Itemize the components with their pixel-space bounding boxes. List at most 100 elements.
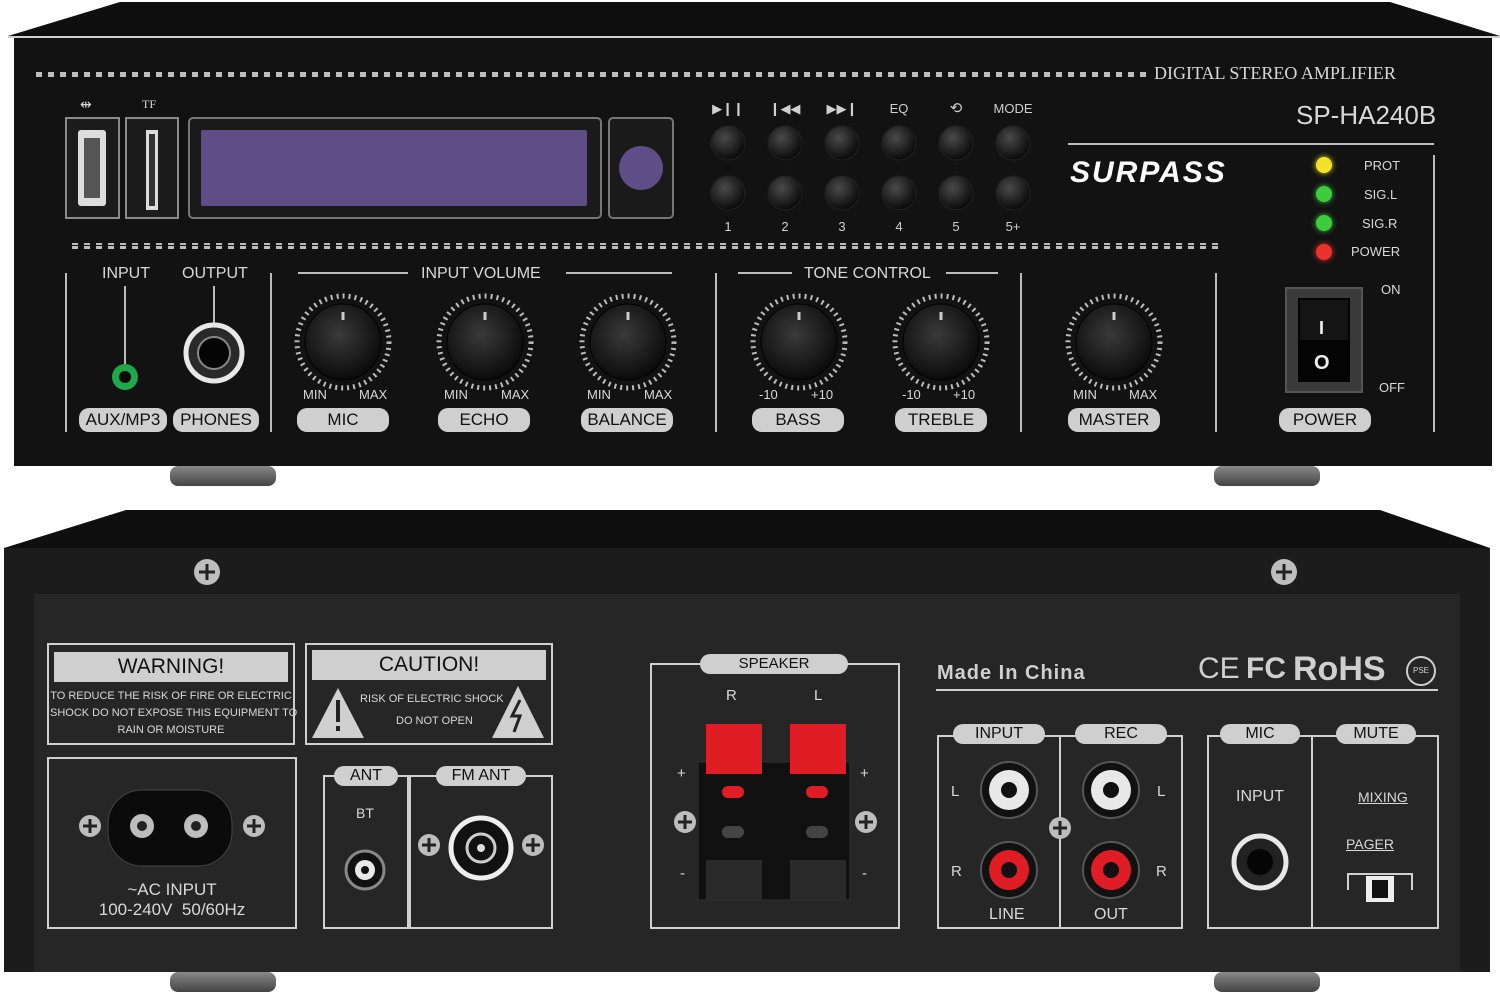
preset-button-1[interactable] bbox=[711, 176, 745, 210]
preset-label-3: 3 bbox=[838, 219, 846, 234]
speaker-terminal-l[interactable] bbox=[790, 724, 846, 900]
balance-knob[interactable] bbox=[590, 304, 666, 380]
fm-ant-label: FM ANT bbox=[436, 766, 526, 786]
mic-knob-label: MIC bbox=[297, 408, 389, 432]
eq-button[interactable] bbox=[882, 126, 916, 160]
previous-track-icon: ❙◀◀ bbox=[769, 101, 801, 116]
tf-label: TF bbox=[142, 97, 157, 111]
preset-label-1: 1 bbox=[724, 219, 732, 234]
mic-section-label: MIC bbox=[1220, 724, 1300, 744]
balance-max-label: MAX bbox=[644, 387, 673, 402]
product-image: DIGITAL STEREO AMPLIFIER SP-HA240B SURPA… bbox=[0, 0, 1500, 994]
preset-label-4: 4 bbox=[895, 219, 903, 234]
preset-button-5[interactable] bbox=[939, 176, 973, 210]
mic-min-label: MIN bbox=[303, 387, 327, 402]
fm-antenna-connector[interactable] bbox=[451, 818, 511, 878]
bass-knob-label: BASS bbox=[752, 408, 844, 432]
aux-mp3-label: AUX/MP3 bbox=[79, 408, 167, 432]
power-label: POWER bbox=[1279, 408, 1371, 432]
master-max-label: MAX bbox=[1129, 387, 1158, 402]
phones-label: PHONES bbox=[173, 408, 259, 432]
power-switch[interactable] bbox=[1286, 288, 1362, 392]
caution-line-1: RISK OF ELECTRIC SHOCK bbox=[360, 693, 504, 705]
warning-line-2: SHOCK DO NOT EXPOSE THIS EQUIPMENT TO bbox=[50, 707, 298, 719]
product-type-label: DIGITAL STEREO AMPLIFIER bbox=[1154, 63, 1396, 83]
speaker-plus-right: + bbox=[860, 765, 869, 782]
speaker-r-label: R bbox=[726, 687, 737, 704]
treble-knob[interactable] bbox=[903, 304, 979, 380]
echo-knob[interactable] bbox=[447, 304, 523, 380]
input-section-label: INPUT bbox=[953, 724, 1045, 744]
out-label: OUT bbox=[1094, 906, 1128, 923]
mic-input-jack[interactable] bbox=[1232, 834, 1288, 890]
ce-mark: CE bbox=[1198, 652, 1240, 685]
preset-button-3[interactable] bbox=[825, 176, 859, 210]
phones-jack[interactable] bbox=[186, 325, 242, 381]
rec-l-label: L bbox=[1157, 783, 1166, 800]
treble-min-label: -10 bbox=[902, 387, 921, 402]
caution-title: CAUTION! bbox=[378, 653, 480, 676]
treble-knob-label: TREBLE bbox=[895, 408, 987, 432]
echo-knob-label: ECHO bbox=[438, 408, 530, 432]
treble-max-label: +10 bbox=[953, 387, 976, 402]
pse-mark: PSE bbox=[1406, 656, 1436, 686]
bass-min-label: -10 bbox=[759, 387, 778, 402]
mic-input-label: INPUT bbox=[1236, 788, 1284, 805]
preset-button-4[interactable] bbox=[882, 176, 916, 210]
output-label: OUTPUT bbox=[182, 265, 248, 282]
bt-antenna-connector[interactable] bbox=[346, 851, 384, 889]
master-knob[interactable] bbox=[1076, 304, 1152, 380]
preset-button-2[interactable] bbox=[768, 176, 802, 210]
rec-out-l-jack[interactable] bbox=[1083, 762, 1139, 818]
indicator-power-led bbox=[1316, 244, 1332, 260]
indicator-prot-led bbox=[1316, 157, 1332, 173]
input-r-label: R bbox=[951, 863, 962, 880]
warning-title: WARNING! bbox=[117, 655, 225, 678]
mute-mode-switch[interactable] bbox=[1366, 876, 1394, 902]
repeat-button[interactable] bbox=[939, 126, 973, 160]
mixing-label: MIXING bbox=[1358, 789, 1408, 805]
input-l-label: L bbox=[951, 783, 960, 800]
ac-input-label: ~AC INPUT bbox=[127, 880, 217, 899]
bass-knob[interactable] bbox=[761, 304, 837, 380]
balance-min-label: MIN bbox=[587, 387, 611, 402]
repeat-icon: ⟲ bbox=[949, 100, 963, 117]
master-knob-label: MASTER bbox=[1068, 408, 1160, 432]
next-button[interactable] bbox=[825, 126, 859, 160]
line-input-r-jack[interactable] bbox=[981, 842, 1037, 898]
indicator-label-prot: PROT bbox=[1364, 158, 1401, 173]
rec-out-r-jack[interactable] bbox=[1083, 842, 1139, 898]
warning-line-1: TO REDUCE THE RISK OF FIRE OR ELECTRIC bbox=[50, 690, 292, 702]
preset-button-5plus[interactable] bbox=[996, 176, 1030, 210]
speaker-terminal-r[interactable] bbox=[706, 724, 762, 900]
mic-volume-knob[interactable] bbox=[305, 304, 381, 380]
line-input-l-jack[interactable] bbox=[981, 762, 1037, 818]
preset-label-5plus: 5+ bbox=[1005, 219, 1021, 234]
indicator-sigr-led bbox=[1316, 215, 1332, 231]
warning-line-3: RAIN OR MOISTURE bbox=[117, 724, 225, 736]
mic-max-label: MAX bbox=[359, 387, 388, 402]
eq-label: EQ bbox=[889, 101, 909, 116]
warning-exclamation-icon bbox=[312, 688, 364, 738]
bt-label: BT bbox=[356, 805, 374, 821]
previous-button[interactable] bbox=[768, 126, 802, 160]
ac-input-socket[interactable] bbox=[108, 790, 232, 866]
fc-mark: FC bbox=[1246, 652, 1286, 685]
mode-button[interactable] bbox=[996, 126, 1030, 160]
line-label: LINE bbox=[989, 906, 1025, 923]
speaker-l-label: L bbox=[814, 687, 823, 704]
rec-r-label: R bbox=[1156, 863, 1167, 880]
indicator-label-power: POWER bbox=[1351, 244, 1401, 259]
indicator-label-sigr: SIG.R bbox=[1362, 216, 1398, 231]
switch-o-mark: O bbox=[1314, 352, 1330, 374]
echo-max-label: MAX bbox=[501, 387, 530, 402]
ant-label: ANT bbox=[334, 766, 398, 786]
mode-label: MODE bbox=[993, 101, 1033, 116]
switch-i-mark: I bbox=[1319, 318, 1325, 338]
play-pause-icon: ▶❙❙ bbox=[712, 101, 744, 116]
aux-input-jack[interactable] bbox=[110, 362, 140, 392]
speaker-label: SPEAKER bbox=[700, 654, 848, 674]
ac-voltage-label: 100-240V 50/60Hz bbox=[98, 900, 246, 919]
play-pause-button[interactable] bbox=[711, 126, 745, 160]
switch-off-label: OFF bbox=[1379, 380, 1405, 395]
